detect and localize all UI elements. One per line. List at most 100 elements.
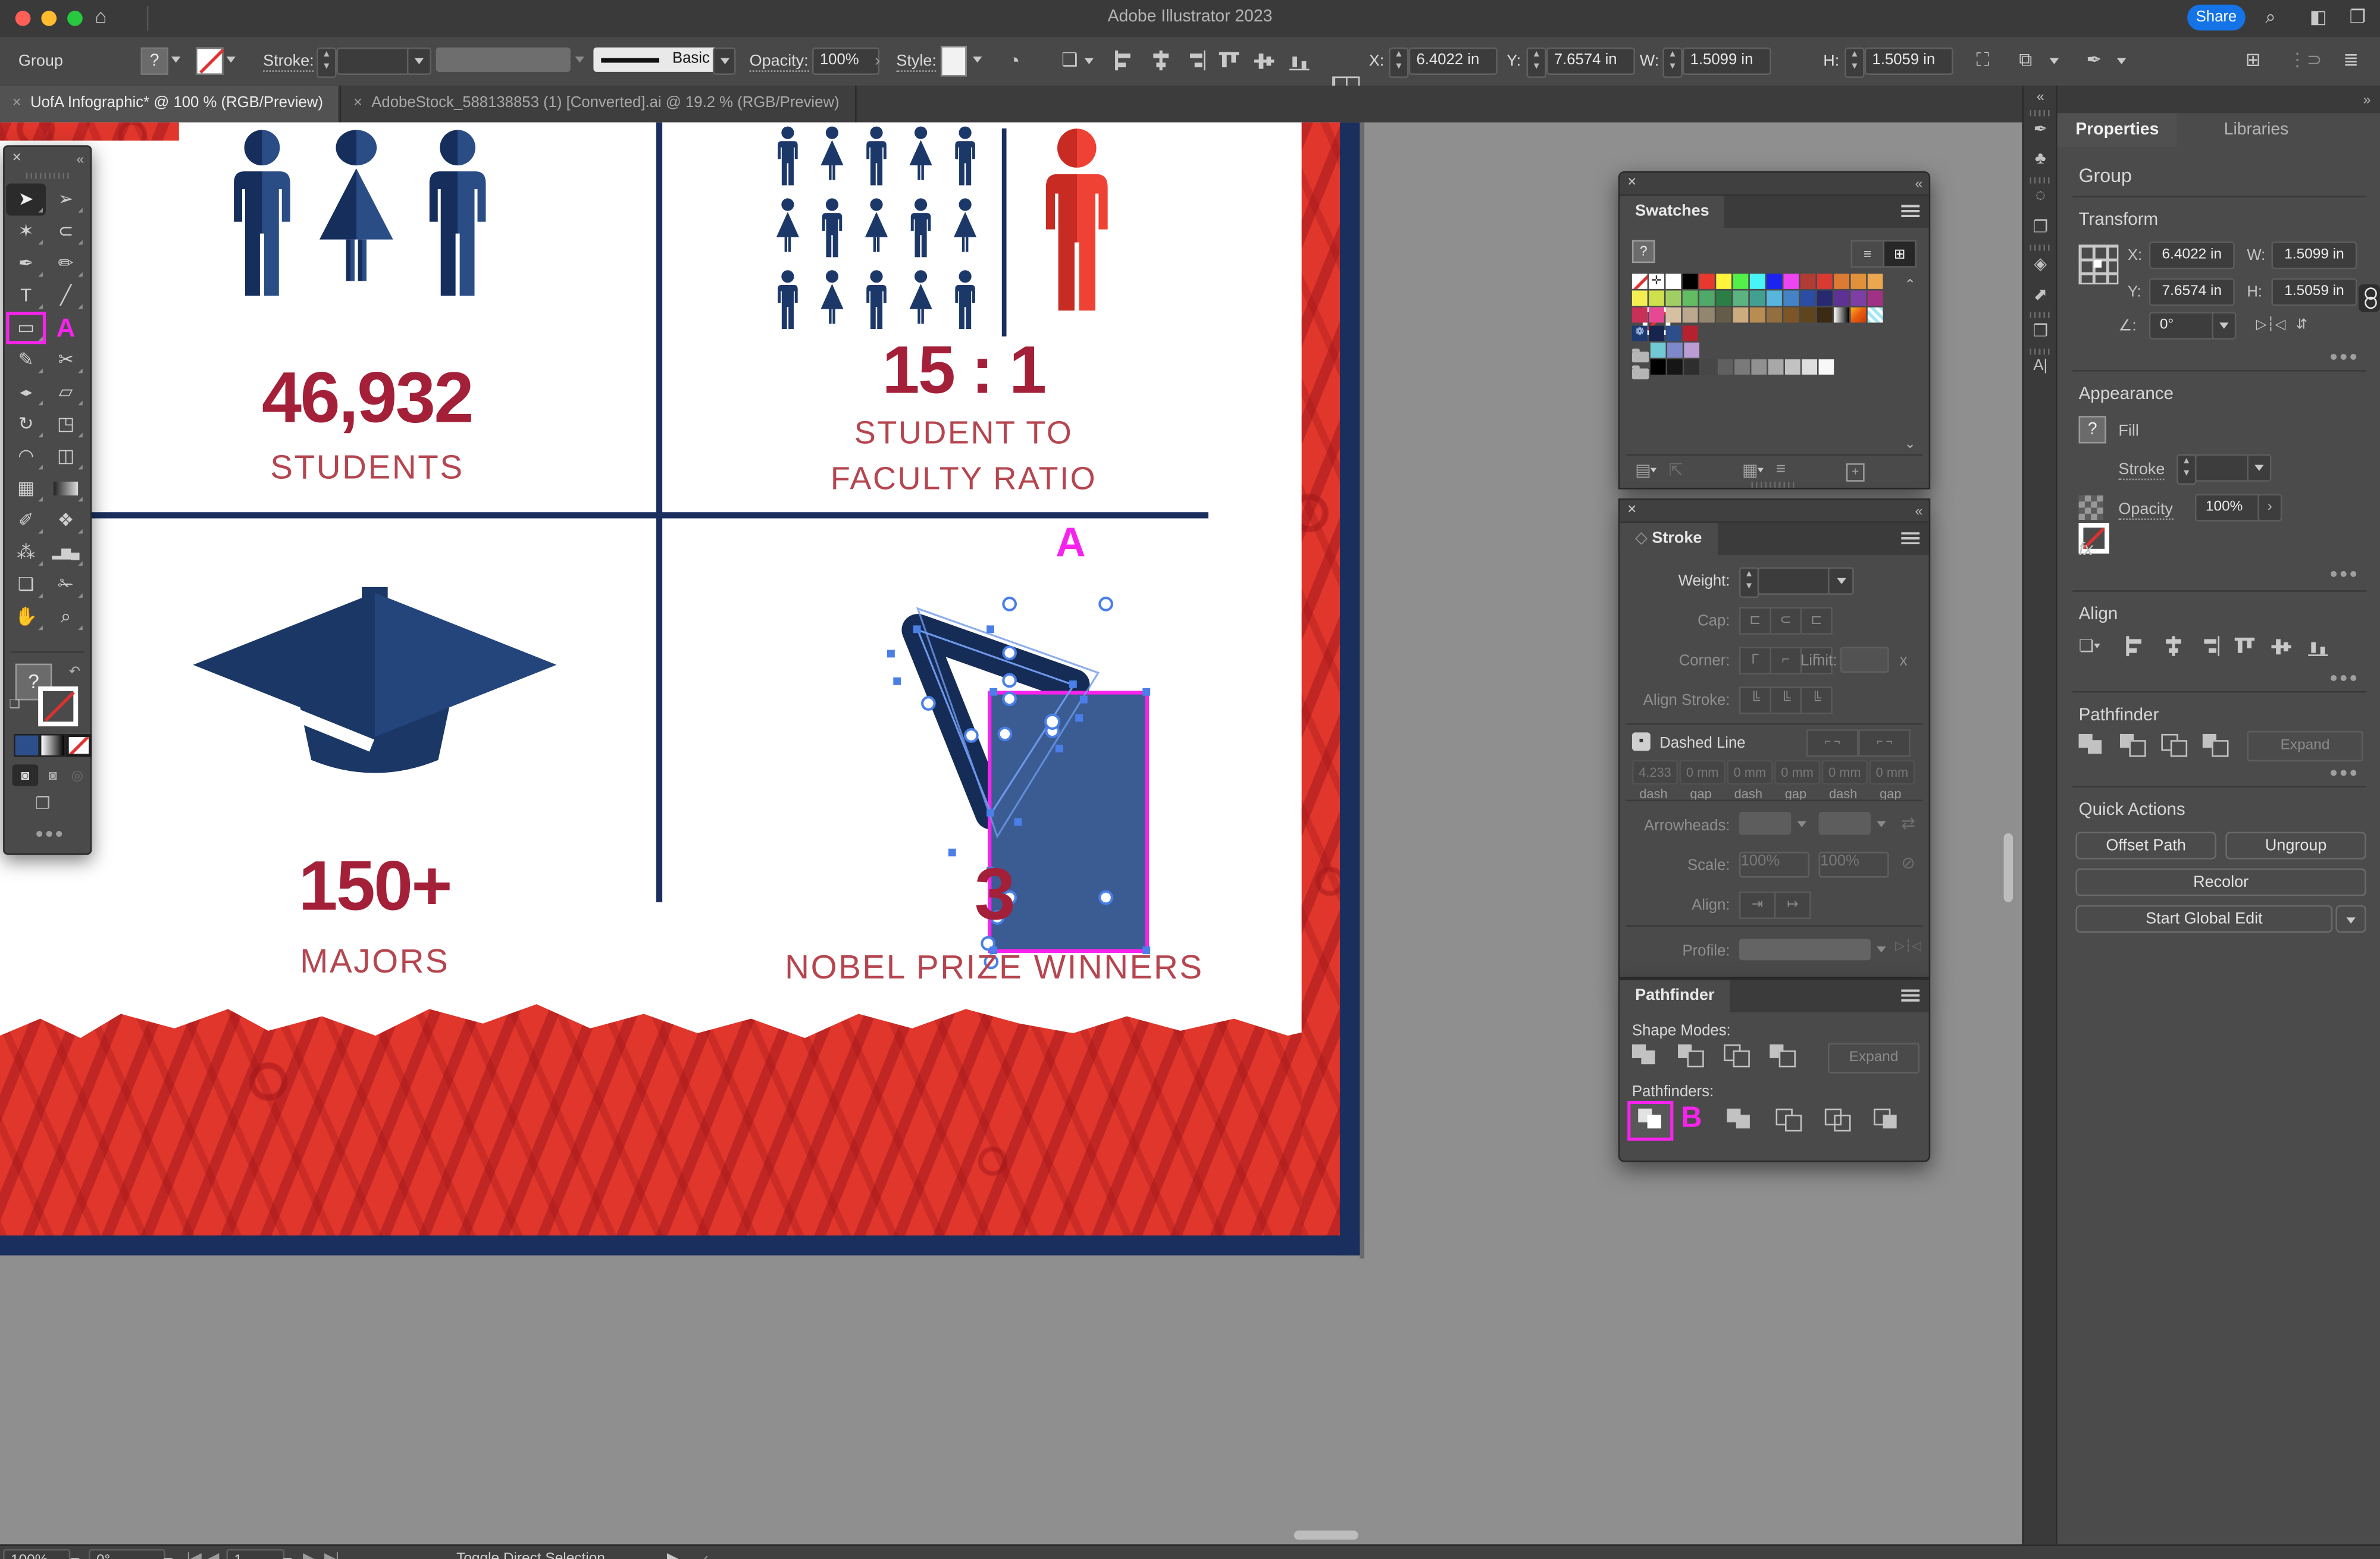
character-panel-icon[interactable]: A|	[2024, 358, 2058, 375]
last-artboard-icon[interactable]: ▶|	[324, 1551, 339, 1559]
align-left-button[interactable]	[2125, 636, 2148, 655]
swatch-pat-cyan[interactable]	[1868, 308, 1883, 323]
pathfinder-more-options[interactable]: ●●●	[2329, 764, 2359, 780]
tab-stroke[interactable]: ◇ Stroke	[1620, 523, 1717, 555]
screen-mode-icon[interactable]: ❐	[35, 793, 49, 813]
stroke-label[interactable]: Stroke	[2118, 460, 2165, 480]
collapse-icon[interactable]: «	[76, 151, 82, 167]
curvature-tool[interactable]: ✏	[46, 247, 86, 280]
swatch[interactable]	[1701, 359, 1717, 375]
dash-field-dash-0[interactable]: 4.233	[1632, 760, 1678, 785]
stroke-weight-field[interactable]	[2195, 454, 2250, 481]
slice-tool[interactable]: ✁	[46, 569, 86, 601]
swatch[interactable]	[1665, 326, 1681, 341]
swatch[interactable]	[1783, 308, 1799, 323]
link-scales-icon[interactable]: ⊘	[1901, 853, 1915, 873]
swatch[interactable]	[1716, 274, 1731, 289]
swatch[interactable]	[1750, 290, 1765, 306]
rotation-menu[interactable]	[2212, 312, 2236, 339]
opacity-field[interactable]: 100%	[812, 48, 879, 75]
line-segment-tool[interactable]: ╱	[46, 280, 86, 312]
workspace-switcher-icon[interactable]: ◧	[2310, 6, 2327, 27]
swatch[interactable]	[1800, 290, 1816, 306]
swatch-grad-orange[interactable]	[1851, 308, 1867, 323]
align-v-center-button[interactable]	[2271, 636, 2294, 655]
layers-panel-icon[interactable]: ◈	[2024, 254, 2058, 274]
align-right-button[interactable]	[1184, 51, 1207, 70]
swatch[interactable]	[1851, 274, 1867, 289]
global-edit-options-caret[interactable]	[2335, 905, 2366, 933]
brush-dropdown-caret[interactable]	[575, 57, 584, 67]
list-view-toggle[interactable]: ≡	[1851, 240, 1885, 268]
align-v-center-button[interactable]	[1254, 51, 1277, 70]
x-field[interactable]: 6.4022 in	[2149, 241, 2235, 269]
align-to-selection-icon[interactable]: ❏	[2079, 636, 2100, 655]
panel-menu-icon[interactable]	[1901, 532, 1919, 545]
swatch[interactable]	[1802, 359, 1817, 375]
document-tab-active[interactable]: ×UofA Infographic* @ 100 % (RGB/Preview)	[0, 86, 339, 123]
tab-pathfinder[interactable]: Pathfinder	[1620, 980, 1730, 1012]
unite-button[interactable]	[2079, 734, 2103, 755]
previous-artboard-icon[interactable]: ◀	[208, 1551, 220, 1559]
appearance-more-options[interactable]: ●●●	[2329, 566, 2359, 581]
shape-builder-tool[interactable]: ❖	[46, 504, 86, 537]
swatch[interactable]	[1632, 308, 1648, 323]
opacity-more[interactable]: ›	[2257, 494, 2282, 521]
draw-normal-mode-button[interactable]: ◙	[12, 764, 39, 786]
swatch-pat-blue[interactable]: ❁	[1632, 326, 1648, 341]
scissors-tool[interactable]: ✂	[46, 344, 86, 376]
artboard-tool[interactable]: ❏	[6, 569, 46, 601]
dash-field-gap-3[interactable]: 0 mm	[1774, 760, 1820, 785]
search-icon[interactable]: ⌕	[2265, 6, 2275, 29]
status-collapse-icon[interactable]: ‹	[704, 1551, 709, 1559]
width-tool[interactable]: ◂▸	[6, 376, 46, 408]
none-button[interactable]	[66, 734, 92, 757]
color-group-folder-icon[interactable]	[1632, 352, 1649, 362]
document-setup-icon[interactable]: ❏	[1061, 49, 1078, 70]
perspective-tool[interactable]: ◫	[46, 440, 86, 472]
first-artboard-icon[interactable]: |◀	[187, 1551, 202, 1559]
status-hint-caret[interactable]: ▶	[667, 1551, 678, 1559]
opacity-label[interactable]: Opacity:	[750, 52, 809, 71]
outline-button[interactable]	[1825, 1109, 1849, 1130]
ungroup-button[interactable]: Ungroup	[2225, 832, 2366, 859]
arrow-scale-start-field[interactable]: 100%	[1739, 852, 1809, 878]
document-tab-inactive[interactable]: ×AdobeStock_588138853 (1) [Converted].ai…	[340, 86, 856, 123]
swatch[interactable]	[1817, 290, 1833, 306]
swatch[interactable]	[1665, 290, 1681, 306]
draw-behind-mode-button[interactable]: ◙	[40, 764, 66, 786]
swap-fill-stroke-icon[interactable]: ↶	[69, 664, 79, 680]
swatch[interactable]	[1767, 290, 1782, 306]
swap-arrowheads-icon[interactable]: ⇄	[1901, 814, 1915, 833]
swatch[interactable]	[1651, 359, 1666, 375]
new-swatch-icon[interactable]: +	[1846, 463, 1865, 482]
style-label[interactable]: Style:	[896, 52, 937, 71]
h-stepper[interactable]: ▲▼	[1844, 48, 1864, 78]
swatch[interactable]	[1716, 290, 1731, 306]
collapse-icon[interactable]: «	[1915, 503, 1921, 519]
menu-lines-icon[interactable]: ≣	[2343, 49, 2359, 70]
align-panel-icon[interactable]: ⊞	[2246, 49, 2261, 70]
collapse-dock-icon[interactable]: «	[2024, 89, 2058, 104]
horizontal-scrollbar[interactable]	[1294, 1530, 1358, 1539]
x-stepper[interactable]: ▲▼	[1389, 48, 1408, 78]
swatch-grad-bw[interactable]	[1834, 308, 1849, 323]
swatch[interactable]	[1817, 274, 1833, 289]
gradient-tool[interactable]	[46, 472, 86, 504]
swatch[interactable]	[1868, 274, 1883, 289]
stroke-weight-field[interactable]	[337, 48, 410, 75]
transform-panel-icon[interactable]: ❒	[2024, 321, 2058, 341]
arrowhead-start-dropdown[interactable]	[1739, 812, 1791, 835]
swatch-none[interactable]	[1632, 274, 1648, 289]
swatch-libraries-icon[interactable]: ▤	[1635, 460, 1657, 480]
gradient-button[interactable]	[40, 734, 66, 757]
swatch[interactable]	[1750, 274, 1765, 289]
cap-round-button[interactable]: ⊂	[1770, 607, 1802, 635]
expand-dock-icon[interactable]: »	[2363, 92, 2369, 107]
transform-more-options[interactable]: ●●●	[2329, 349, 2359, 364]
stroke-weight-menu[interactable]	[2247, 454, 2271, 481]
stroke-weight-menu[interactable]	[407, 48, 431, 75]
opacity-label[interactable]: Opacity	[2118, 500, 2173, 520]
variable-width-profile-dropdown[interactable]: Basic	[593, 48, 717, 72]
align-bottom-button[interactable]	[1289, 51, 1313, 70]
